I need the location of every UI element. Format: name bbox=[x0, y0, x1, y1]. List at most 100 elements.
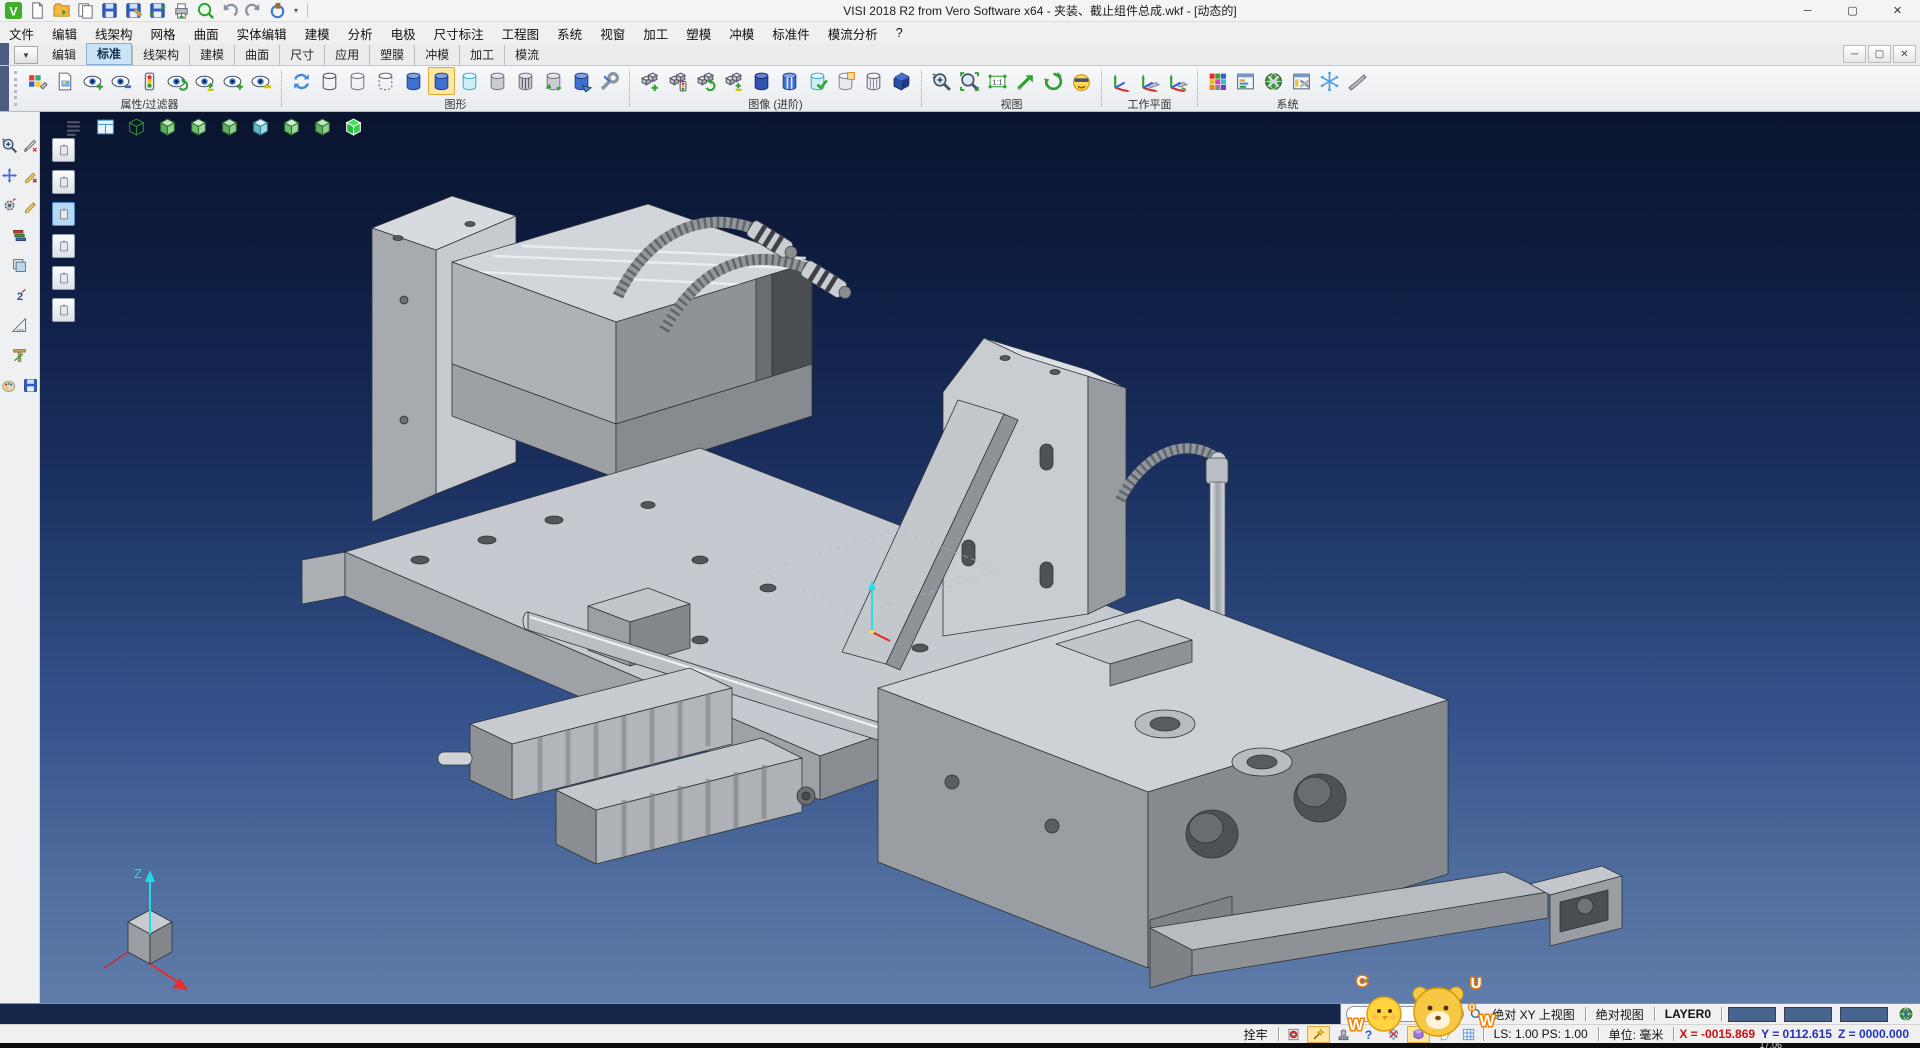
layer-swatch-3[interactable] bbox=[1840, 1007, 1888, 1022]
system-report-button[interactable] bbox=[1232, 67, 1259, 95]
update-shading-button[interactable] bbox=[540, 67, 567, 95]
measure-tool-button[interactable] bbox=[11, 316, 29, 334]
iso-view-1-button[interactable] bbox=[124, 116, 149, 139]
mdi-restore-button[interactable]: ▢ bbox=[1868, 45, 1891, 63]
save-button[interactable] bbox=[98, 1, 121, 21]
new-file-button[interactable] bbox=[26, 1, 49, 21]
display-mode-4-button[interactable] bbox=[52, 234, 75, 258]
zoom-extents-button[interactable] bbox=[956, 67, 983, 95]
open-file-button[interactable] bbox=[50, 1, 73, 21]
ribbon-tab[interactable]: 线架构 bbox=[132, 45, 189, 65]
stamp-attributes-button[interactable] bbox=[1332, 1026, 1355, 1043]
tab-dropdown-button[interactable]: ▼ bbox=[14, 46, 38, 64]
close-button[interactable]: ✕ bbox=[1875, 0, 1920, 21]
remove-visible-button[interactable] bbox=[248, 67, 275, 95]
visibility-filter-button[interactable] bbox=[136, 67, 163, 95]
view-orientation-button[interactable] bbox=[1068, 67, 1095, 95]
snap-lock-button[interactable] bbox=[1282, 1026, 1305, 1043]
save-as-button[interactable] bbox=[122, 1, 145, 21]
print-button[interactable] bbox=[170, 1, 193, 21]
menu-item[interactable]: 视窗 bbox=[591, 22, 634, 45]
menu-item[interactable]: 冲模 bbox=[720, 22, 763, 45]
menu-item[interactable]: 网格 bbox=[142, 22, 185, 45]
no-selection-button[interactable] bbox=[1382, 1026, 1405, 1043]
rotate-entity-button[interactable] bbox=[0, 196, 18, 214]
export-image-button[interactable] bbox=[21, 376, 39, 394]
zoom-in-out-button[interactable]: ± bbox=[928, 67, 955, 95]
workplane-by-entity-button[interactable] bbox=[1136, 67, 1163, 95]
shaded-iso-view-button[interactable] bbox=[341, 116, 366, 139]
ribbon-tab[interactable]: 尺寸 bbox=[279, 45, 324, 65]
menu-item[interactable]: 文件 bbox=[0, 22, 43, 45]
ribbon-tab[interactable]: 标准 bbox=[86, 43, 132, 65]
menu-item[interactable]: 加工 bbox=[634, 22, 677, 45]
refresh-render-button[interactable] bbox=[692, 67, 719, 95]
top-view-button[interactable] bbox=[186, 116, 211, 139]
visi-logo-button[interactable]: V bbox=[2, 1, 25, 21]
display-mode-6-button[interactable] bbox=[52, 298, 75, 322]
flat-shaded-view-button[interactable] bbox=[484, 67, 511, 95]
ribbon-tab[interactable]: 冲模 bbox=[414, 45, 459, 65]
session-button[interactable] bbox=[266, 1, 289, 21]
attributes-by-image-button[interactable] bbox=[52, 67, 79, 95]
toggle-visibility-button[interactable] bbox=[192, 67, 219, 95]
layer-swatch-2[interactable] bbox=[1784, 1007, 1832, 1022]
menu-item[interactable]: 塑模 bbox=[677, 22, 720, 45]
menu-item[interactable]: ? bbox=[887, 24, 912, 42]
rotate-view-button[interactable] bbox=[1040, 67, 1067, 95]
print-preview-button[interactable] bbox=[194, 1, 217, 21]
surface-analysis-button[interactable] bbox=[1344, 67, 1371, 95]
edit-entity-button[interactable] bbox=[21, 196, 39, 214]
hatched-view-button[interactable] bbox=[512, 67, 539, 95]
menu-item[interactable]: 建模 bbox=[296, 22, 339, 45]
workplane-align-button[interactable] bbox=[1164, 67, 1191, 95]
hide-entities-button[interactable] bbox=[108, 67, 135, 95]
hidden-line-view-button[interactable] bbox=[344, 67, 371, 95]
menu-item[interactable]: 标准件 bbox=[763, 22, 819, 45]
refresh-visibility-button[interactable] bbox=[164, 67, 191, 95]
render-filter-button[interactable] bbox=[664, 67, 691, 95]
iso-view-4-button[interactable] bbox=[310, 116, 335, 139]
menu-item[interactable]: 尺寸标注 bbox=[425, 22, 493, 45]
menu-item[interactable]: 电极 bbox=[382, 22, 425, 45]
viewport-menu-button[interactable] bbox=[62, 116, 87, 139]
zoom-select-button[interactable]: ± bbox=[0, 136, 18, 154]
wireframe-view-button[interactable] bbox=[316, 67, 343, 95]
move-entity-button[interactable] bbox=[0, 166, 18, 184]
zoom-1-1-button[interactable]: 1:1 bbox=[984, 67, 1011, 95]
solid-cube-button[interactable] bbox=[888, 67, 915, 95]
ribbon-tab[interactable]: 曲面 bbox=[234, 45, 279, 65]
redo-button[interactable] bbox=[242, 1, 265, 21]
undo-button[interactable] bbox=[218, 1, 241, 21]
menu-item[interactable]: 编辑 bbox=[43, 22, 86, 45]
erase-entity-button[interactable] bbox=[21, 166, 39, 184]
trim-delete-button[interactable] bbox=[21, 136, 39, 154]
absolute-view-label[interactable]: 绝对视图 bbox=[1588, 1006, 1652, 1023]
shaded-view-mode-button[interactable] bbox=[400, 67, 427, 95]
display-mode-5-button[interactable] bbox=[52, 266, 75, 290]
solid-reference-button[interactable] bbox=[832, 67, 859, 95]
insert-file-button[interactable] bbox=[74, 1, 97, 21]
minimize-button[interactable]: ─ bbox=[1785, 0, 1830, 21]
view-mode-label[interactable]: 绝对 XY 上视图 bbox=[1484, 1006, 1582, 1023]
display-mode-3-button[interactable] bbox=[52, 202, 75, 226]
ribbon-tab[interactable]: 塑膜 bbox=[369, 45, 414, 65]
toggle-render-button[interactable] bbox=[720, 67, 747, 95]
iso-view-3-button[interactable] bbox=[279, 116, 304, 139]
snap-settings-button[interactable] bbox=[1316, 67, 1343, 95]
context-help-button[interactable]: ? bbox=[1357, 1026, 1380, 1043]
ribbon-tab[interactable]: 加工 bbox=[459, 45, 504, 65]
layer-swatch-1[interactable] bbox=[1728, 1007, 1776, 1022]
command-prompt-area[interactable] bbox=[0, 1004, 1341, 1024]
dashed-hidden-view-button[interactable] bbox=[372, 67, 399, 95]
system-settings-button[interactable] bbox=[1260, 67, 1287, 95]
workplane-box-button[interactable] bbox=[1407, 1026, 1430, 1043]
menu-item[interactable]: 实体编辑 bbox=[228, 22, 296, 45]
regenerate-button[interactable] bbox=[288, 67, 315, 95]
show-entities-button[interactable] bbox=[80, 67, 107, 95]
workplane-standard-button[interactable] bbox=[1108, 67, 1135, 95]
mdi-minimize-button[interactable]: ─ bbox=[1843, 45, 1866, 63]
globe-icon[interactable] bbox=[1892, 1006, 1920, 1022]
menu-item[interactable]: 分析 bbox=[339, 22, 382, 45]
wire-barrel-button[interactable] bbox=[860, 67, 887, 95]
